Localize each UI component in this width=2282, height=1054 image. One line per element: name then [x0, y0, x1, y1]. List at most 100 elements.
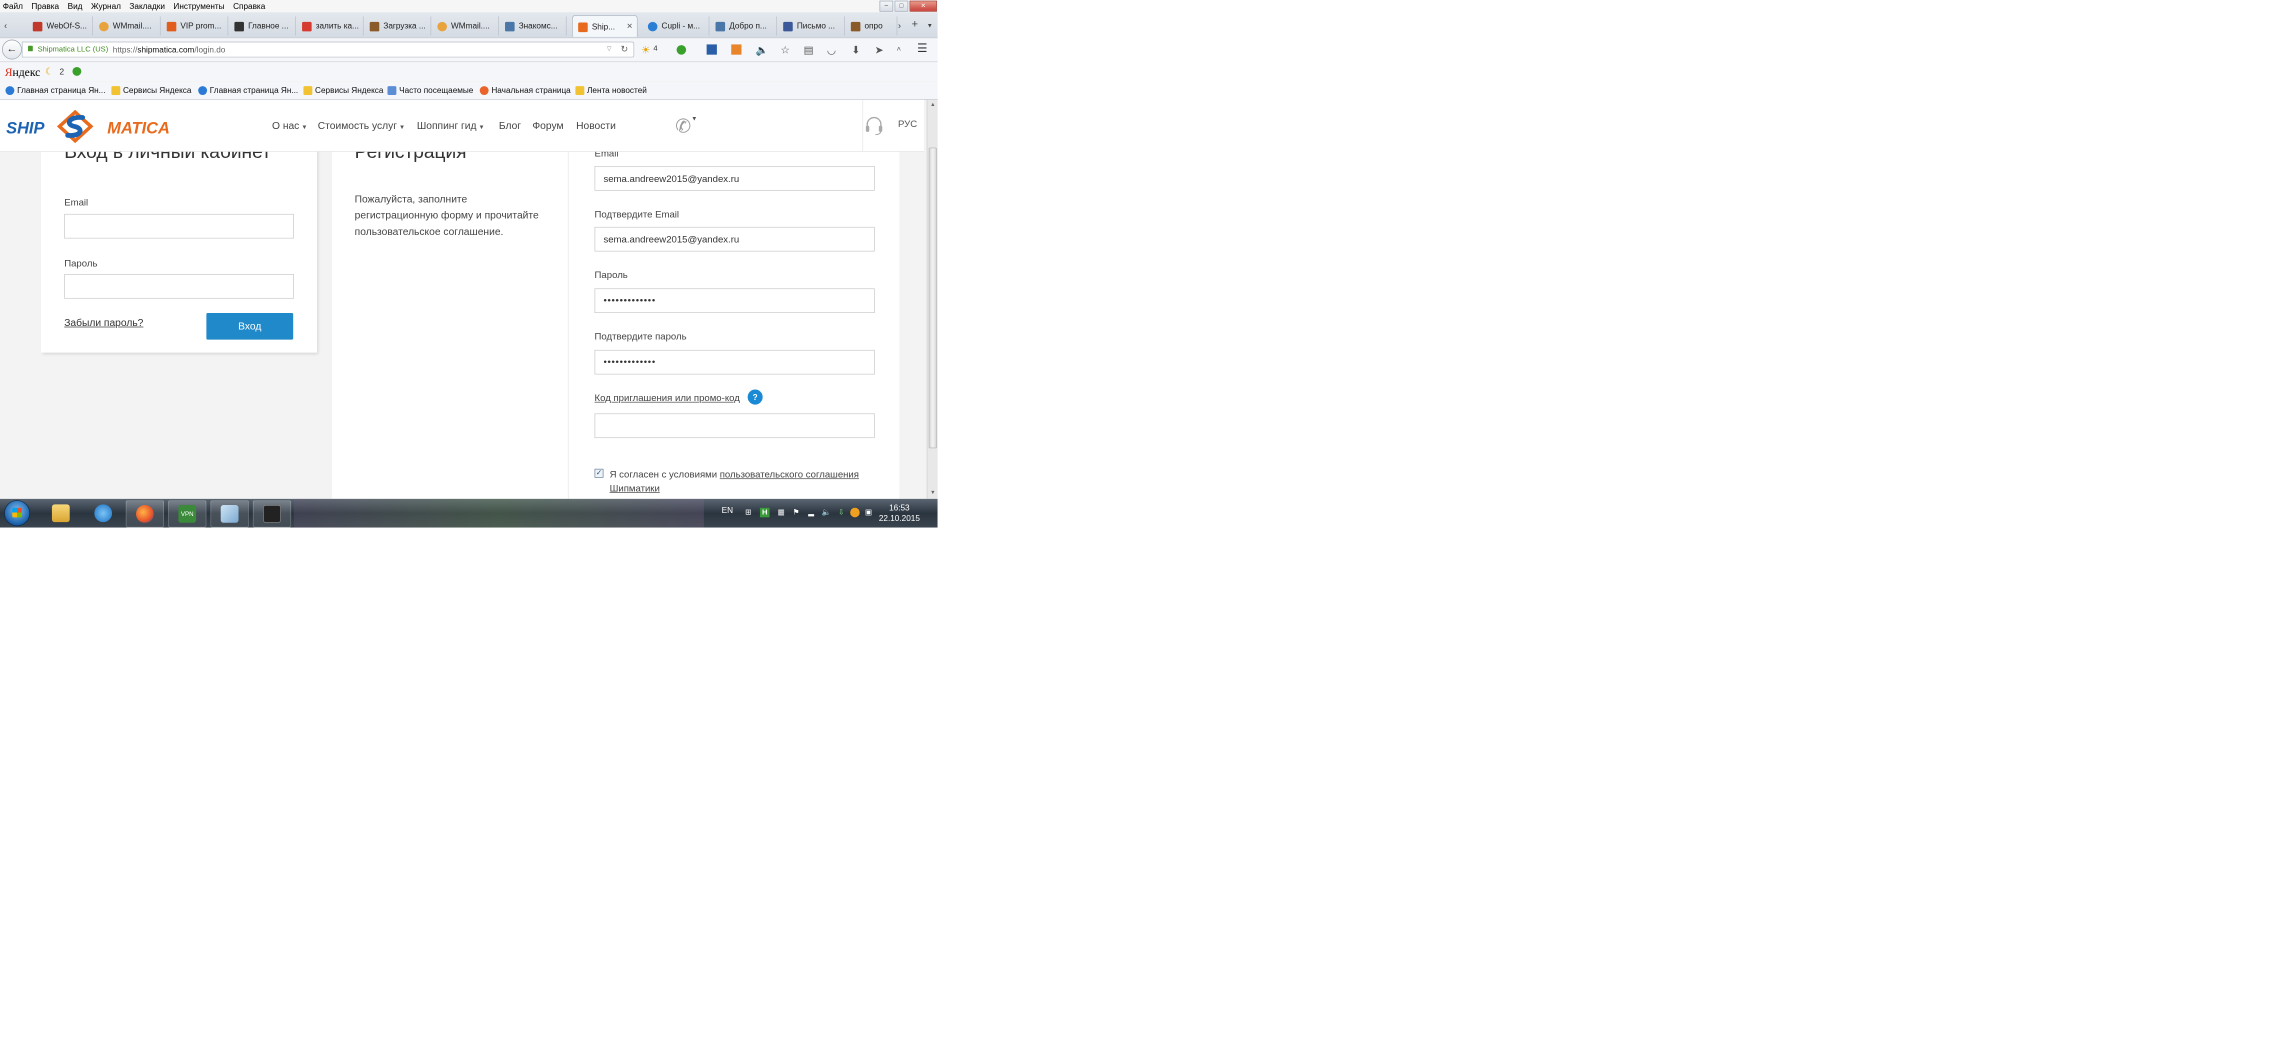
tab-close-icon[interactable]: ✕ [627, 22, 633, 31]
system-clock[interactable]: 16:53 22.10.2015 [872, 503, 927, 524]
nav-about[interactable]: О нас ▼ [272, 120, 307, 132]
menu-view[interactable]: Вид [65, 0, 85, 11]
addon-orange-icon[interactable] [731, 44, 742, 55]
nav-forum[interactable]: Форум [532, 120, 563, 132]
weather-icon[interactable]: ☀ [641, 44, 650, 56]
confirm-password-input[interactable]: ••••••••••••• [594, 349, 875, 375]
tab-8[interactable]: Знакомс... [500, 16, 567, 36]
speaker-icon[interactable]: 🔈 [756, 44, 769, 56]
menu-edit[interactable]: Правка [29, 0, 62, 11]
pocket-icon[interactable]: ◡ [827, 44, 836, 56]
tab-scroll-left-icon[interactable]: ‹ [4, 21, 7, 31]
page-scrollbar[interactable]: ▲ ▼ [926, 99, 938, 499]
bookmark-item[interactable]: Сервисы Яндекса [111, 85, 191, 95]
taskbar-world-of-tanks[interactable] [252, 500, 292, 528]
tab-3[interactable]: VIP prom... [161, 16, 229, 36]
moon-icon[interactable]: ☾ [45, 66, 54, 78]
login-email-input[interactable] [64, 213, 294, 239]
scroll-down-icon[interactable]: ▼ [929, 488, 937, 498]
new-tab-icon[interactable]: + [912, 18, 918, 30]
scroll-up-icon[interactable]: ▲ [929, 100, 937, 110]
start-button[interactable] [4, 500, 31, 527]
tab-1[interactable]: WebOf-S... [27, 16, 93, 36]
register-password-input[interactable]: ••••••••••••• [594, 288, 875, 313]
overflow-chevron-icon[interactable]: ˄ [897, 45, 901, 53]
taskbar-app[interactable] [210, 500, 249, 528]
flag-icon[interactable]: ⚑ [791, 508, 801, 518]
yandex-logo[interactable]: Яндекс [5, 66, 41, 80]
tab-active-shipmatica[interactable]: Ship... ✕ [572, 15, 638, 37]
language-selector[interactable]: РУС [898, 118, 917, 129]
menu-history[interactable]: Журнал [88, 0, 123, 11]
login-password-input[interactable] [64, 274, 294, 299]
bookmark-item[interactable]: Часто посещаемые [387, 85, 473, 95]
minimize-icon[interactable]: – [879, 0, 894, 12]
menu-tools[interactable]: Инструменты [171, 0, 228, 11]
send-icon[interactable]: ➤ [875, 44, 884, 56]
promo-code-input[interactable] [594, 413, 875, 439]
network-signal-icon[interactable]: ▂ [806, 508, 816, 518]
register-email-input[interactable]: sema.andreew2015@yandex.ru [594, 166, 875, 191]
agree-checkbox[interactable]: ✓ [594, 468, 604, 478]
maximize-icon[interactable]: □ [894, 0, 909, 12]
reading-list-icon[interactable]: ▤ [804, 44, 814, 56]
bookmark-item[interactable]: Сервисы Яндекса [303, 85, 383, 95]
bookmark-item[interactable]: Лента новостей [575, 85, 647, 95]
tray-h-icon[interactable]: H [759, 507, 770, 518]
taskbar-firefox[interactable] [125, 500, 165, 528]
bookmark-item[interactable]: Главная страница Ян... [5, 85, 105, 95]
keyboard-language[interactable]: EN [722, 506, 733, 516]
windows-icon[interactable]: ⊞ [744, 508, 754, 518]
menu-file[interactable]: Файл [0, 0, 26, 11]
nav-blog[interactable]: Блог [499, 120, 521, 132]
close-window-icon[interactable]: ✕ [909, 0, 937, 12]
addon-b-icon[interactable] [706, 44, 717, 55]
site-identity[interactable]: Shipmatica LLC (US) [38, 45, 109, 53]
promo-code-label[interactable]: Код приглашения или промо-код [595, 392, 740, 403]
firefox-icon [479, 86, 489, 95]
url-dropdown-icon[interactable]: ▽ [607, 45, 612, 53]
taskbar-vpn[interactable]: VPN [168, 500, 207, 528]
taskbar-background [293, 498, 704, 528]
addon-green-icon[interactable] [676, 45, 687, 55]
tab-4[interactable]: Главное ... [229, 16, 296, 36]
tab-6[interactable]: Загрузка ... [364, 16, 432, 36]
bookmark-star-icon[interactable]: ☆ [780, 44, 789, 56]
confirm-email-input[interactable]: sema.andreew2015@yandex.ru [594, 226, 875, 252]
taskbar-explorer[interactable] [42, 500, 79, 526]
login-button[interactable]: Вход [206, 312, 294, 340]
shipmatica-logo[interactable]: SHIP MATICA [6, 109, 170, 144]
nav-pricing[interactable]: Стоимость услуг ▼ [318, 120, 405, 132]
address-bar[interactable]: Shipmatica LLC (US) https://shipmatica.c… [21, 41, 635, 58]
tab-5[interactable]: залить ка... [297, 16, 364, 36]
tab-7[interactable]: WMmail.... [432, 16, 499, 36]
headset-icon[interactable] [862, 113, 885, 136]
tab-2[interactable]: WMmail.... [94, 16, 161, 36]
tray-apps-icon[interactable]: ▦ [776, 508, 786, 518]
menu-help[interactable]: Справка [230, 0, 268, 11]
bookmark-item[interactable]: Начальная страница [479, 85, 571, 95]
reload-icon[interactable]: ↻ [621, 44, 628, 55]
phone-icon[interactable]: ✆▼ [675, 115, 697, 138]
tab-11[interactable]: Добро п... [710, 16, 778, 36]
tab-scroll-right-icon[interactable]: › [898, 21, 901, 31]
nav-shopping-guide[interactable]: Шоппинг гид ▼ [417, 120, 485, 132]
tray-download-icon[interactable]: ⇩ [836, 508, 846, 518]
downloads-icon[interactable]: ⬇ [852, 44, 861, 56]
tab-10[interactable]: Cupli - м... [642, 16, 710, 36]
bookmark-item[interactable]: Главная страница Ян... [198, 85, 298, 95]
tab-list-icon[interactable]: ▼ [927, 22, 933, 29]
back-button[interactable]: ← [2, 39, 22, 60]
volume-icon[interactable]: 🔈 [821, 508, 831, 518]
tray-orange-icon[interactable] [850, 507, 860, 518]
hamburger-menu-icon[interactable]: ☰ [917, 42, 927, 56]
forgot-password-link[interactable]: Забыли пароль? [64, 317, 143, 329]
taskbar-ie[interactable] [85, 500, 122, 526]
yandex-green-icon[interactable] [72, 66, 82, 76]
nav-news[interactable]: Новости [576, 120, 616, 132]
tab-12[interactable]: Письмо ... [778, 16, 845, 36]
menu-bookmarks[interactable]: Закладки [127, 0, 168, 11]
scroll-thumb[interactable] [928, 147, 937, 449]
help-icon[interactable]: ? [747, 389, 763, 405]
tab-13[interactable]: опро [845, 16, 898, 36]
